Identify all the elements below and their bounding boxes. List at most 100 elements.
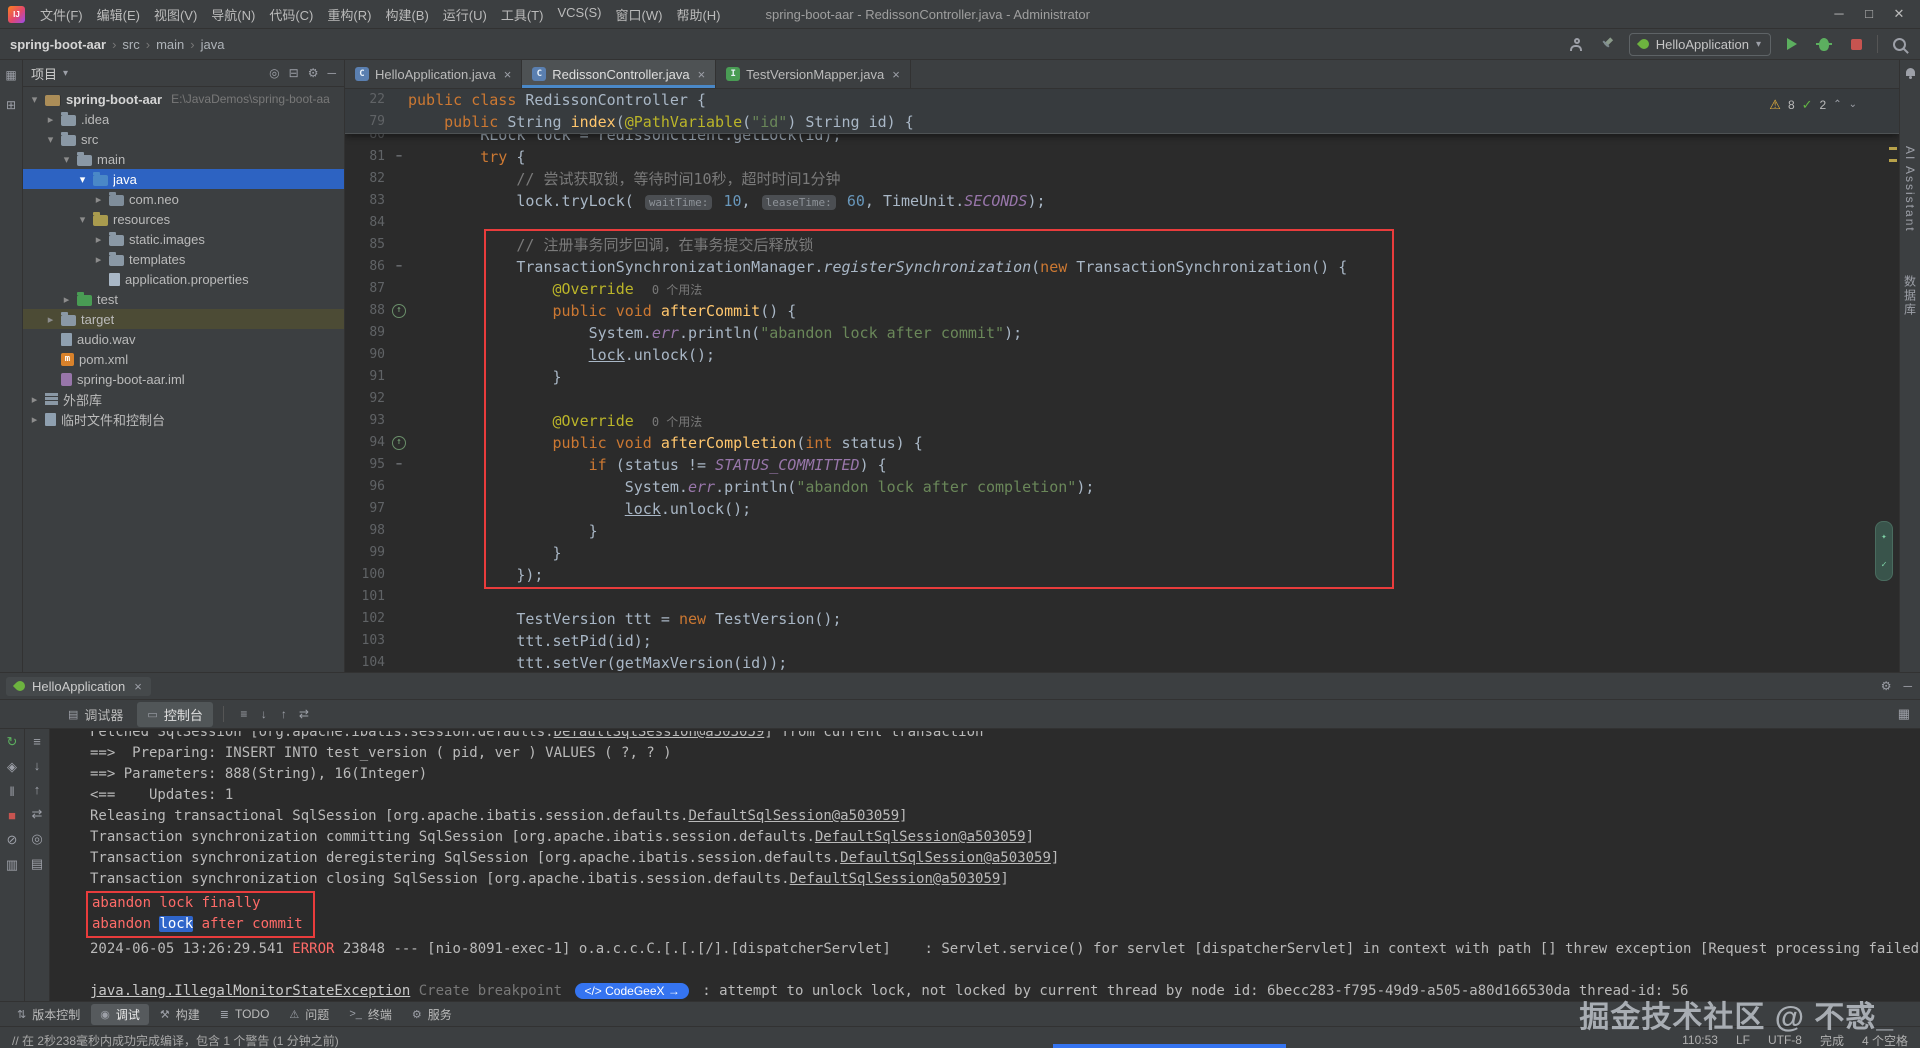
tree-item[interactable]: m pom.xml (23, 349, 344, 369)
chevron-down-icon[interactable]: ▾ (63, 68, 68, 79)
tree-item[interactable]: ▸ 外部库 (23, 389, 344, 409)
tree-item[interactable]: ▸ static.images (23, 229, 344, 249)
hide-panel-icon[interactable]: ─ (1903, 679, 1912, 693)
codegeex-badge[interactable]: </> CodeGeeX → (575, 983, 689, 999)
code-line[interactable]: 89 System.err.println("abandon lock afte… (345, 322, 1899, 344)
mute-icon[interactable]: ⊘ (7, 832, 18, 848)
breadcrumb-item[interactable]: main (156, 37, 184, 52)
layout-settings-icon[interactable]: ▦ (1898, 706, 1910, 722)
code-line[interactable]: 100 }); (345, 564, 1899, 586)
tree-item[interactable]: ▸ target (23, 309, 344, 329)
project-stripe-icon[interactable]: ▦ (5, 68, 16, 82)
code-line[interactable]: 86− TransactionSynchronizationManager.re… (345, 256, 1899, 278)
minimize-icon[interactable]: ─ (1826, 6, 1852, 22)
settings-gear-icon[interactable]: ⚙ (1881, 679, 1892, 693)
locate-icon[interactable]: ◎ (269, 66, 279, 80)
stop-icon[interactable]: ■ (8, 808, 16, 823)
tree-item[interactable]: ▾ spring-boot-aar E:\JavaDemos\spring-boot… (23, 89, 344, 109)
chevron-down-icon[interactable]: ⌄ (1849, 94, 1857, 116)
debug-view-tab[interactable]: ▤ 调试器 (58, 702, 133, 727)
menu-item[interactable]: 窗口(W) (609, 2, 670, 27)
chevron-right-icon[interactable]: ▸ (61, 293, 72, 306)
debug-console[interactable]: Fetched SqlSession [org.apache.ibatis.se… (50, 729, 1920, 1001)
tree-item[interactable]: ▾ main (23, 149, 344, 169)
code-line[interactable]: 98 } (345, 520, 1899, 542)
override-icon[interactable]: ↑ (390, 300, 408, 322)
menu-item[interactable]: 工具(T) (494, 2, 551, 27)
tree-item[interactable]: application.properties (23, 269, 344, 289)
code-line[interactable]: 80 RLock lock = redissonClient.getLock(i… (345, 134, 1899, 146)
code-line[interactable]: 84 (345, 212, 1899, 234)
tree-item[interactable]: ▾ resources (23, 209, 344, 229)
tree-item[interactable]: ▸ templates (23, 249, 344, 269)
toolwindow-button[interactable]: ⚒ 构建 (151, 1004, 209, 1025)
editor-body[interactable]: 22 public class RedissonController {79 p… (345, 89, 1899, 672)
debug-view-tab[interactable]: ▭ 控制台 (137, 701, 213, 727)
toolwindow-button[interactable]: ◉ 调试 (91, 1003, 149, 1025)
run-button[interactable] (1781, 33, 1803, 55)
menu-item[interactable]: VCS(S) (550, 2, 608, 27)
code-line[interactable]: 103 ttt.setPid(id); (345, 630, 1899, 652)
fold-icon[interactable]: − (390, 146, 408, 168)
console-link[interactable]: java.lang.IllegalMonitorStateException (90, 983, 410, 999)
menu-item[interactable]: 重构(R) (320, 2, 378, 27)
code-line[interactable]: 97 lock.unlock(); (345, 498, 1899, 520)
tool-stripe-database[interactable]: 数据库 (1902, 275, 1919, 317)
search-everywhere-button[interactable] (1888, 33, 1910, 55)
pause-icon[interactable]: ‖ (9, 784, 14, 799)
code-line[interactable]: 79 public String index(@PathVariable("id… (345, 111, 1899, 133)
scroll-up-icon[interactable]: ↑ (274, 707, 294, 721)
code-line[interactable]: 92 (345, 388, 1899, 410)
chevron-right-icon[interactable]: ▸ (93, 253, 104, 266)
chevron-right-icon[interactable]: ▸ (29, 393, 40, 406)
code-line[interactable]: 93 @Override 0 个用法 (345, 410, 1899, 432)
notifications-bell-icon[interactable] (1905, 68, 1915, 79)
console-link[interactable]: DefaultSqlSession@a503059 (790, 871, 1001, 887)
override-icon[interactable]: ↑ (390, 432, 408, 454)
build-project-button[interactable] (1597, 33, 1619, 55)
toolwindow-button[interactable]: ⇅ 版本控制 (8, 1004, 89, 1025)
list-icon[interactable]: ▤ (31, 856, 43, 872)
maximize-icon[interactable]: □ (1856, 6, 1882, 22)
code-line[interactable]: 90 lock.unlock(); (345, 344, 1899, 366)
toolwindow-button[interactable]: ⚙ 服务 (403, 1004, 461, 1025)
menu-item[interactable]: 导航(N) (204, 2, 262, 27)
code-line[interactable]: 22 public class RedissonController { (345, 89, 1899, 111)
fold-icon[interactable]: − (390, 256, 408, 278)
debug-session-tab[interactable]: HelloApplication × (6, 676, 151, 696)
snapshot-icon[interactable]: ◎ (31, 831, 42, 847)
editor-tab[interactable]: I TestVersionMapper.java × (716, 60, 911, 88)
code-line[interactable]: 81− try { (345, 146, 1899, 168)
close-icon[interactable]: × (698, 67, 706, 82)
tree-item[interactable]: ▾ java (23, 169, 344, 189)
code-line[interactable]: 101 (345, 586, 1899, 608)
swap-icon[interactable]: ⇄ (32, 806, 43, 822)
step-down-icon[interactable]: ↓ (34, 758, 41, 773)
status-message[interactable]: // 在 2秒238毫秒内成功完成编译，包含 1 个警告 (1 分钟之前) (12, 1032, 339, 1048)
code-line[interactable]: 83 lock.tryLock( waitTime: 10, leaseTime… (345, 190, 1899, 212)
tool-stripe-ai-assistant[interactable]: AI Assistant (1903, 146, 1917, 233)
compile-icon[interactable]: ◈ (7, 759, 17, 775)
soft-wrap-icon[interactable]: ≡ (234, 707, 254, 721)
breadcrumb-item[interactable]: spring-boot-aar (10, 37, 106, 52)
tree-item[interactable]: ▸ com.neo (23, 189, 344, 209)
code-line[interactable]: 85 // 注册事务同步回调，在事务提交后释放锁 (345, 234, 1899, 256)
code-line[interactable]: 99 } (345, 542, 1899, 564)
close-icon[interactable]: ✕ (1886, 6, 1912, 22)
debug-button[interactable] (1813, 33, 1835, 55)
menu-item[interactable]: 视图(V) (147, 2, 204, 27)
code-line[interactable]: 104 ttt.setVer(getMaxVersion(id)); (345, 652, 1899, 672)
tree-item[interactable]: ▾ src (23, 129, 344, 149)
chevron-right-icon[interactable]: ▸ (45, 113, 56, 126)
close-icon[interactable]: × (892, 67, 900, 82)
toolwindow-button[interactable]: ⚠ 问题 (280, 1004, 338, 1025)
close-icon[interactable]: × (134, 679, 142, 694)
menu-item[interactable]: 构建(B) (378, 2, 435, 27)
step-up-icon[interactable]: ↑ (34, 782, 41, 797)
collapse-all-icon[interactable]: ⊟ (289, 66, 299, 80)
trash-icon[interactable]: ▥ (6, 857, 18, 873)
editor-tab[interactable]: C RedissonController.java × (522, 60, 717, 88)
code-line[interactable]: 96 System.err.println("abandon lock afte… (345, 476, 1899, 498)
run-config-select[interactable]: HelloApplication ▾ (1628, 32, 1771, 56)
project-panel-title[interactable]: 项目 (31, 64, 57, 83)
